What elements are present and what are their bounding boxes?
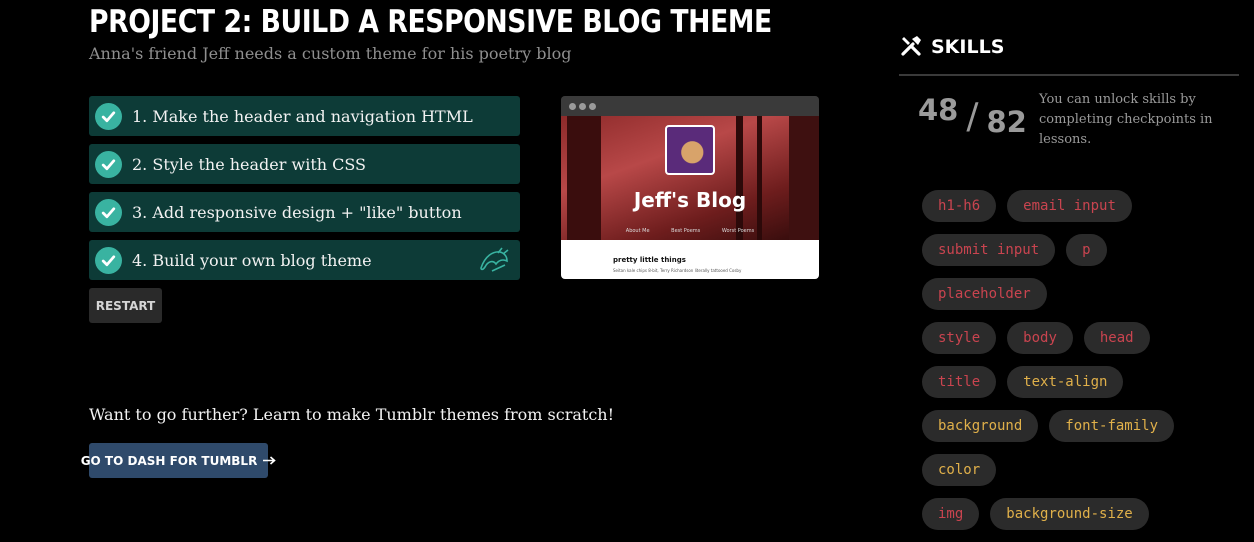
checkmark-icon bbox=[95, 150, 122, 178]
skill-chip-email-input[interactable]: email input bbox=[1007, 190, 1132, 222]
skill-chip-img[interactable]: img bbox=[922, 498, 980, 530]
skill-chip-style[interactable]: style bbox=[922, 322, 997, 354]
skill-chip-submit-input[interactable]: submit input bbox=[922, 234, 1056, 266]
restart-button[interactable]: RESTART bbox=[89, 288, 162, 323]
preview-hero: Jeff's Blog About Me Best Poems Worst Po… bbox=[561, 116, 819, 240]
skill-row: placeholder bbox=[922, 278, 1222, 310]
page-title: PROJECT 2: BUILD A RESPONSIVE BLOG THEME bbox=[89, 4, 772, 40]
checkmark-icon bbox=[95, 198, 122, 226]
skill-chip-placeholder[interactable]: placeholder bbox=[922, 278, 1047, 310]
checkpoint-item-2[interactable]: 2. Style the header with CSS bbox=[89, 144, 520, 184]
preview-nav: About Me Best Poems Worst Poems bbox=[561, 228, 819, 234]
arrow-right-icon bbox=[263, 454, 277, 468]
window-dot bbox=[589, 102, 596, 110]
preview-post-title: pretty little things bbox=[613, 256, 686, 264]
skills-header: SKILLS bbox=[899, 34, 1239, 76]
skills-description: You can unlock skills by completing chec… bbox=[1039, 92, 1213, 147]
skill-chip-background[interactable]: background bbox=[922, 410, 1039, 442]
score-separator: / bbox=[966, 96, 979, 137]
preview-nav-item: About Me bbox=[625, 228, 650, 234]
tools-icon bbox=[899, 34, 923, 62]
skill-chips: h1-h6 email input submit input p placeholder… bbox=[922, 190, 1222, 542]
preview-building bbox=[567, 116, 601, 240]
further-text: Want to go further? Learn to make Tumblr… bbox=[89, 405, 615, 424]
checkpoint-label: 2. Style the header with CSS bbox=[132, 154, 367, 174]
preview-nav-item: Worst Poems bbox=[721, 228, 755, 234]
preview-nav-item: Best Poems bbox=[671, 228, 701, 234]
skill-row: h1-h6 email input bbox=[922, 190, 1222, 222]
checkpoint-item-3[interactable]: 3. Add responsive design + "like" button bbox=[89, 192, 520, 232]
preview-post: pretty little things Seitan kale chips 8… bbox=[561, 240, 819, 279]
checkpoint-item-1[interactable]: 1. Make the header and navigation HTML bbox=[89, 96, 520, 136]
checkpoint-label: 1. Make the header and navigation HTML bbox=[132, 106, 473, 126]
skill-row: img background-size bbox=[922, 498, 1222, 530]
checkpoint-label: 3. Add responsive design + "like" button bbox=[132, 202, 462, 222]
skill-chip-title[interactable]: title bbox=[922, 366, 997, 398]
preview-blog-title: Jeff's Blog bbox=[633, 188, 747, 212]
skill-row: color bbox=[922, 454, 1222, 486]
skill-chip-h1-h6[interactable]: h1-h6 bbox=[922, 190, 997, 222]
skill-row: submit input p bbox=[922, 234, 1222, 266]
preview-building bbox=[789, 116, 819, 240]
skill-chip-body[interactable]: body bbox=[1007, 322, 1073, 354]
preview-tree-trunk bbox=[757, 116, 762, 240]
skills-score: 48/82 bbox=[918, 88, 1027, 139]
window-dot bbox=[579, 102, 586, 110]
codecademy-bird-icon[interactable] bbox=[478, 247, 510, 277]
window-dot bbox=[569, 102, 576, 110]
skill-row: title text-align bbox=[922, 366, 1222, 398]
preview-avatar bbox=[665, 125, 715, 175]
preview-post-text: Seitan kale chips 8-bit, Terry Richardso… bbox=[613, 268, 742, 273]
browser-bar bbox=[561, 96, 819, 116]
skill-row: style body head bbox=[922, 322, 1222, 354]
skill-chip-p[interactable]: p bbox=[1066, 234, 1107, 266]
checkpoint-label: 4. Build your own blog theme bbox=[132, 250, 372, 270]
checkpoint-list: 1. Make the header and navigation HTML 2… bbox=[89, 96, 520, 288]
dash-for-tumblr-button[interactable]: GO TO DASH FOR TUMBLR bbox=[81, 443, 277, 478]
blog-theme-preview[interactable]: Jeff's Blog About Me Best Poems Worst Po… bbox=[561, 96, 819, 279]
skills-total-count: 82 bbox=[986, 105, 1027, 139]
skills-unlocked-count: 48 bbox=[918, 93, 959, 127]
preview-tree-trunk bbox=[736, 116, 743, 240]
skills-title: SKILLS bbox=[931, 36, 1005, 58]
skill-chip-color[interactable]: color bbox=[922, 454, 997, 486]
page-subtitle: Anna's friend Jeff needs a custom theme … bbox=[89, 44, 572, 63]
checkmark-icon bbox=[95, 246, 122, 274]
skill-chip-head[interactable]: head bbox=[1083, 322, 1150, 354]
checkpoint-item-4[interactable]: 4. Build your own blog theme bbox=[89, 240, 520, 280]
skill-chip-font-family[interactable]: font-family bbox=[1049, 410, 1175, 442]
checkmark-icon bbox=[95, 102, 122, 130]
skill-chip-text-align[interactable]: text-align bbox=[1007, 366, 1124, 398]
skill-row: background font-family bbox=[922, 410, 1222, 442]
dash-button-label: GO TO DASH FOR TUMBLR bbox=[80, 453, 258, 468]
skill-chip-background-size[interactable]: background-size bbox=[990, 498, 1149, 530]
